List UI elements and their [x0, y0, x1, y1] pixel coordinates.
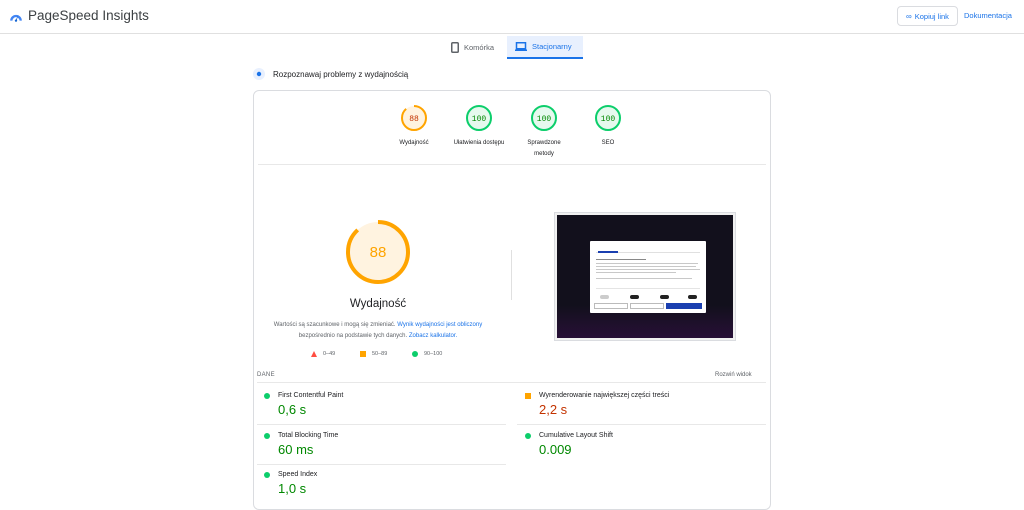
- smartphone-icon: [451, 42, 459, 53]
- page-screenshot-thumbnail[interactable]: [554, 212, 736, 341]
- metric-name: Wyrenderowanie największej części treści: [539, 392, 670, 399]
- gauge-ring-icon: 100: [595, 105, 621, 131]
- metric-name: Cumulative Layout Shift: [539, 432, 613, 439]
- metric-name: Total Blocking Time: [278, 432, 339, 439]
- metric-speed-index: Speed Index 1,0 s: [264, 471, 504, 496]
- score-calc-link[interactable]: Wynik wydajności jest obliczony: [397, 322, 482, 328]
- average-square-icon: [525, 392, 531, 399]
- legend-range: 90–100: [424, 351, 443, 357]
- score-gauge-seo[interactable]: 100 SEO: [568, 104, 648, 149]
- square-icon: [360, 351, 366, 357]
- tab-desktop[interactable]: Stacjonarny: [507, 36, 583, 59]
- metric-value: 60 ms: [278, 442, 314, 457]
- tab-mobile-label: Komórka: [464, 43, 495, 52]
- gauge-ring-icon: 100: [466, 105, 492, 131]
- app-logo[interactable]: PageSpeed Insights: [9, 8, 149, 23]
- gauge-label: SEO: [601, 140, 615, 146]
- pagespeed-logo-icon: [10, 14, 22, 22]
- divider: [257, 464, 506, 465]
- desc-text: bezpośrednio na podstawie tych danych.: [298, 333, 409, 339]
- gauge-label: Sprawdzone metody: [527, 140, 561, 157]
- tab-mobile[interactable]: Komórka: [443, 36, 507, 59]
- legend-range: 50–89: [372, 351, 388, 357]
- pass-circle-icon: [264, 471, 270, 478]
- metric-value: 0,6 s: [278, 402, 307, 417]
- divider: [258, 164, 766, 165]
- gauge-ring-icon: 100: [531, 105, 557, 131]
- metric-tbt: Total Blocking Time 60 ms: [264, 432, 504, 457]
- copy-link-button[interactable]: ∞ Kopiuj link: [897, 6, 958, 26]
- pass-circle-icon: [525, 432, 531, 439]
- gauge-score: 100: [601, 115, 616, 124]
- desc-text: Wartości są szacunkowe i mogą się zmieni…: [273, 322, 398, 328]
- gauge-score: 88: [409, 115, 419, 124]
- metric-name: Speed Index: [278, 471, 318, 478]
- divider: [511, 250, 512, 300]
- section-heading: Rozpoznawaj problemy z wydajnością: [253, 68, 408, 80]
- metric-fcp: First Contentful Paint 0,6 s: [264, 392, 504, 417]
- performance-title: Wydajność: [349, 298, 407, 310]
- divider: [257, 382, 766, 383]
- legend-range: 0–49: [323, 351, 336, 357]
- top-bar: PageSpeed Insights ∞ Kopiuj link Dokumen…: [0, 0, 1024, 34]
- copy-link-label: Kopiuj link: [914, 11, 949, 21]
- metric-name: First Contentful Paint: [278, 392, 344, 399]
- documentation-link[interactable]: Dokumentacja: [964, 11, 1012, 20]
- gauge-score: 100: [537, 115, 552, 124]
- metric-value: 0.009: [539, 442, 572, 457]
- metric-cls: Cumulative Layout Shift 0.009: [525, 432, 765, 457]
- triangle-icon: [311, 351, 317, 357]
- pass-circle-icon: [264, 392, 270, 399]
- legend-pass: 90–100: [412, 351, 442, 357]
- divider: [257, 424, 506, 425]
- calculator-link[interactable]: Zobacz kalkulator.: [409, 333, 457, 339]
- divider: [517, 424, 766, 425]
- performance-gauge: 88: [346, 220, 410, 284]
- legend-average: 50–89: [360, 351, 387, 357]
- expand-view-toggle[interactable]: Rozwiń widok: [715, 372, 752, 378]
- performance-score: 88: [370, 244, 387, 261]
- metric-value: 1,0 s: [278, 481, 307, 496]
- tab-desktop-label: Stacjonarny: [532, 42, 572, 51]
- gauge-score: 100: [472, 115, 487, 124]
- lab-flask-icon: [253, 68, 265, 80]
- pass-circle-icon: [264, 432, 270, 439]
- legend-fail: 0–49: [311, 351, 335, 357]
- gauge-ring-icon: 88: [401, 105, 427, 131]
- circle-icon: [412, 351, 418, 357]
- laptop-icon: [515, 42, 527, 51]
- metric-lcp: Wyrenderowanie największej części treści…: [525, 392, 765, 417]
- performance-description: Wartości są szacunkowe i mogą się zmieni…: [268, 320, 488, 342]
- section-title: Rozpoznawaj problemy z wydajnością: [273, 69, 409, 79]
- link-icon: ∞: [906, 11, 912, 21]
- cookie-dialog-image: [590, 241, 706, 313]
- metrics-heading: DANE: [257, 372, 275, 378]
- metric-value: 2,2 s: [539, 402, 568, 417]
- app-title: PageSpeed Insights: [28, 8, 149, 23]
